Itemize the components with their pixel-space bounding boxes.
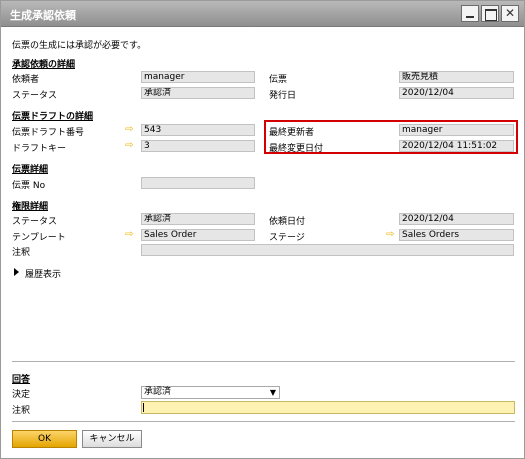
info-text: 伝票の生成には承認が必要です。	[12, 41, 147, 51]
answer-remarks-label: 注釈	[12, 406, 31, 416]
link-arrow-icon[interactable]: ⇨	[125, 230, 137, 240]
last-updated-by-label: 最終更新者	[269, 128, 315, 138]
doc-no-field[interactable]	[141, 177, 255, 189]
draft-key-label: ドラフトキー	[12, 144, 67, 154]
link-arrow-icon[interactable]: ⇨	[125, 125, 137, 135]
issue-date-label: 発行日	[269, 91, 297, 101]
minimize-button[interactable]	[461, 5, 479, 22]
draft-number-label: 伝票ドラフト番号	[12, 128, 85, 138]
requester-field[interactable]: manager	[141, 71, 255, 83]
dropdown-arrow-icon[interactable]: ▼	[270, 387, 276, 398]
divider	[12, 361, 515, 362]
link-arrow-icon[interactable]: ⇨	[125, 141, 137, 151]
authorization-details-heading: 権限詳細	[12, 202, 49, 212]
status-label: ステータス	[12, 91, 58, 101]
draft-details-heading: 伝票ドラフトの詳細	[12, 112, 94, 122]
document-field[interactable]: 販売見積	[399, 71, 514, 83]
status-field[interactable]: 承認済	[141, 87, 255, 99]
window-title: 生成承認依頼	[10, 9, 76, 22]
document-details-heading: 伝票詳細	[12, 165, 49, 175]
auth-remarks-field[interactable]	[141, 244, 514, 256]
auth-status-label: ステータス	[12, 217, 58, 227]
template-label: テンプレート	[12, 233, 66, 243]
close-icon: ✕	[504, 6, 516, 20]
expand-triangle-icon[interactable]	[14, 268, 19, 276]
answer-remarks-input[interactable]	[141, 401, 515, 414]
draft-number-field[interactable]: 543	[141, 124, 255, 136]
ok-button[interactable]: OK	[12, 430, 77, 448]
doc-no-label: 伝票 No	[12, 181, 46, 191]
last-updated-by-field[interactable]: manager	[399, 124, 514, 136]
requester-label: 依頼者	[12, 75, 40, 85]
close-button[interactable]: ✕	[501, 5, 519, 22]
draft-key-field[interactable]: 3	[141, 140, 255, 152]
last-modified-field[interactable]: 2020/12/04 11:51:02	[399, 140, 514, 152]
divider	[12, 421, 515, 422]
stage-field[interactable]: Sales Orders	[399, 229, 514, 241]
history-toggle[interactable]: 履歴表示	[25, 267, 61, 280]
request-date-label: 依頼日付	[269, 217, 306, 227]
link-arrow-icon[interactable]: ⇨	[386, 230, 398, 240]
template-field[interactable]: Sales Order	[141, 229, 255, 241]
request-date-field[interactable]: 2020/12/04	[399, 213, 514, 225]
auth-remarks-label: 注釈	[12, 248, 31, 258]
auth-status-field[interactable]: 承認済	[141, 213, 255, 225]
decision-label: 決定	[12, 390, 31, 400]
document-label: 伝票	[269, 75, 288, 85]
stage-label: ステージ	[269, 233, 305, 243]
approval-request-window: 生成承認依頼 ✕ 伝票の生成には承認が必要です。 承認依頼の詳細 依頼者 man…	[0, 0, 525, 459]
last-modified-label: 最終変更日付	[269, 144, 324, 154]
maximize-button[interactable]	[481, 5, 499, 22]
decision-dropdown[interactable]: 承認済 ▼	[141, 386, 280, 399]
answer-heading: 回答	[12, 375, 31, 385]
approval-details-heading: 承認依頼の詳細	[12, 60, 76, 70]
cancel-button[interactable]: キャンセル	[82, 430, 142, 448]
issue-date-field[interactable]: 2020/12/04	[399, 87, 514, 99]
decision-value: 承認済	[144, 387, 172, 397]
title-bar[interactable]: 生成承認依頼 ✕	[1, 1, 524, 27]
